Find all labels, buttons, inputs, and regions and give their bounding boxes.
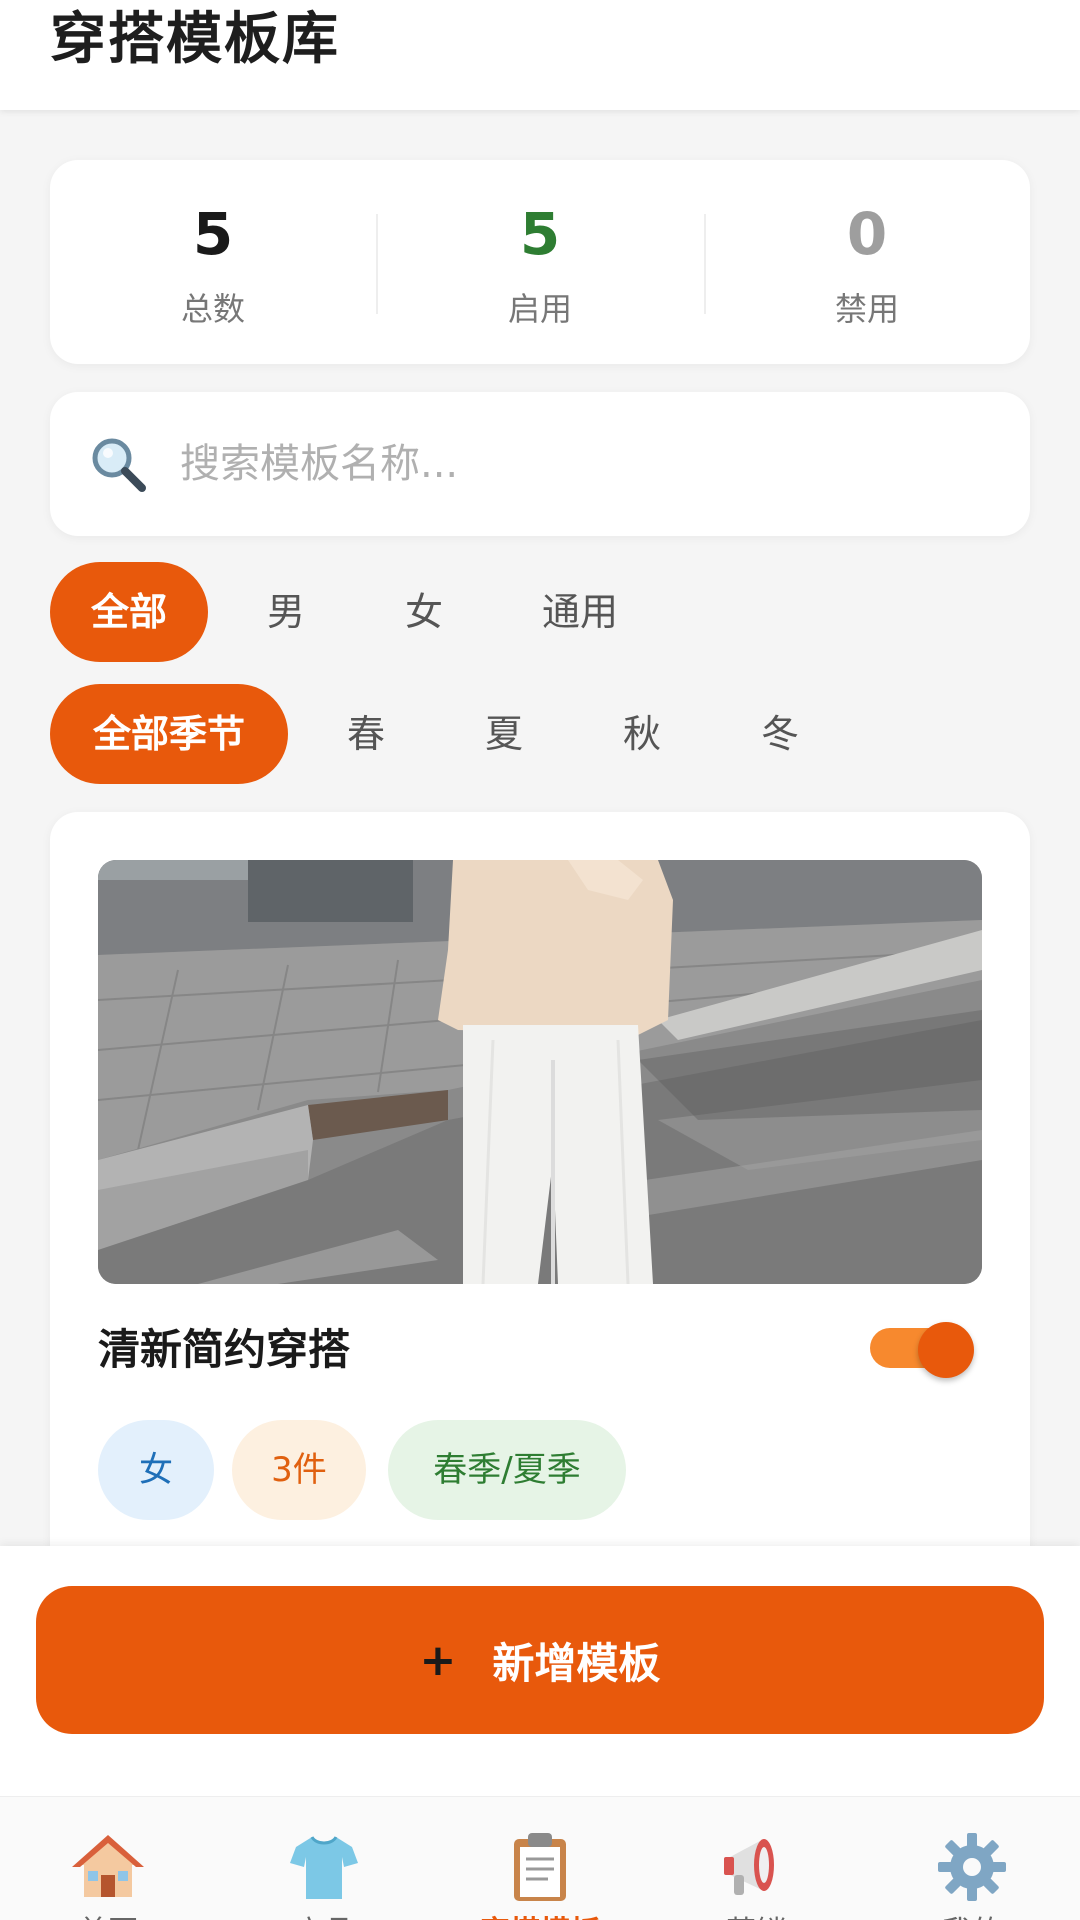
filter-gender-all[interactable]: 全部 xyxy=(50,562,208,662)
tab-label: 商品 xyxy=(216,1907,432,1920)
tab-label: 穿搭模板 xyxy=(432,1907,648,1920)
stat-enabled-value: 5 xyxy=(519,200,561,268)
tag-gender: 女 xyxy=(98,1420,214,1520)
filter-season-all[interactable]: 全部季节 xyxy=(50,684,288,784)
gear-icon xyxy=(938,1833,1006,1901)
stat-disabled: 0 禁用 xyxy=(704,160,1030,364)
search-input[interactable] xyxy=(180,426,980,502)
filter-season-spring[interactable]: 春 xyxy=(316,684,416,784)
stat-disabled-value: 0 xyxy=(846,200,888,268)
tab-outfit-templates[interactable]: 穿搭模板 xyxy=(432,1797,648,1920)
filter-season-winter[interactable]: 冬 xyxy=(730,684,830,784)
tab-products[interactable]: 商品 xyxy=(216,1797,432,1920)
filter-gender-male[interactable]: 男 xyxy=(236,562,336,662)
tag-season: 春季/夏季 xyxy=(388,1420,626,1520)
tab-label: 我的 xyxy=(864,1907,1080,1920)
search-icon xyxy=(92,438,146,492)
filter-gender-universal[interactable]: 通用 xyxy=(520,562,640,662)
tab-marketing[interactable]: 营销 xyxy=(648,1797,864,1920)
clipboard-icon xyxy=(514,1833,566,1901)
stat-total: 5 总数 xyxy=(50,160,376,364)
filter-gender-female[interactable]: 女 xyxy=(374,562,474,662)
tshirt-icon xyxy=(290,1836,358,1899)
stat-total-label: 总数 xyxy=(180,290,245,328)
plus-icon: + xyxy=(419,1634,457,1686)
stats-card: 5 总数 5 启用 0 禁用 xyxy=(50,160,1030,364)
stat-enabled-label: 启用 xyxy=(507,290,572,328)
page-title: 穿搭模板库 xyxy=(50,7,340,72)
tag-item-count: 3件 xyxy=(232,1420,366,1520)
template-enable-toggle[interactable] xyxy=(870,1322,974,1378)
filter-season-summer[interactable]: 夏 xyxy=(454,684,554,784)
search-bar xyxy=(50,392,1030,536)
tab-label: 营销 xyxy=(648,1907,864,1920)
bottom-tab-bar: 首页 商品 穿搭模板 营销 xyxy=(0,1796,1080,1920)
add-button-area: + 新增模板 xyxy=(0,1546,1080,1796)
filter-season-autumn[interactable]: 秋 xyxy=(592,684,692,784)
megaphone-icon xyxy=(724,1839,774,1895)
stat-enabled: 5 启用 xyxy=(377,160,703,364)
app-header: 穿搭模板库 xyxy=(0,0,1080,110)
stat-disabled-label: 禁用 xyxy=(834,290,899,328)
add-template-label: 新增模板 xyxy=(492,1638,661,1688)
tab-label: 首页 xyxy=(0,1907,216,1920)
template-name: 清新简约穿搭 xyxy=(98,1325,351,1374)
add-template-button[interactable]: + 新增模板 xyxy=(36,1586,1044,1734)
tab-profile[interactable]: 我的 xyxy=(864,1797,1080,1920)
tab-home[interactable]: 首页 xyxy=(0,1797,216,1920)
template-image xyxy=(98,860,982,1284)
toggle-knob xyxy=(918,1322,974,1378)
home-icon xyxy=(72,1835,144,1897)
stat-total-value: 5 xyxy=(192,200,234,268)
